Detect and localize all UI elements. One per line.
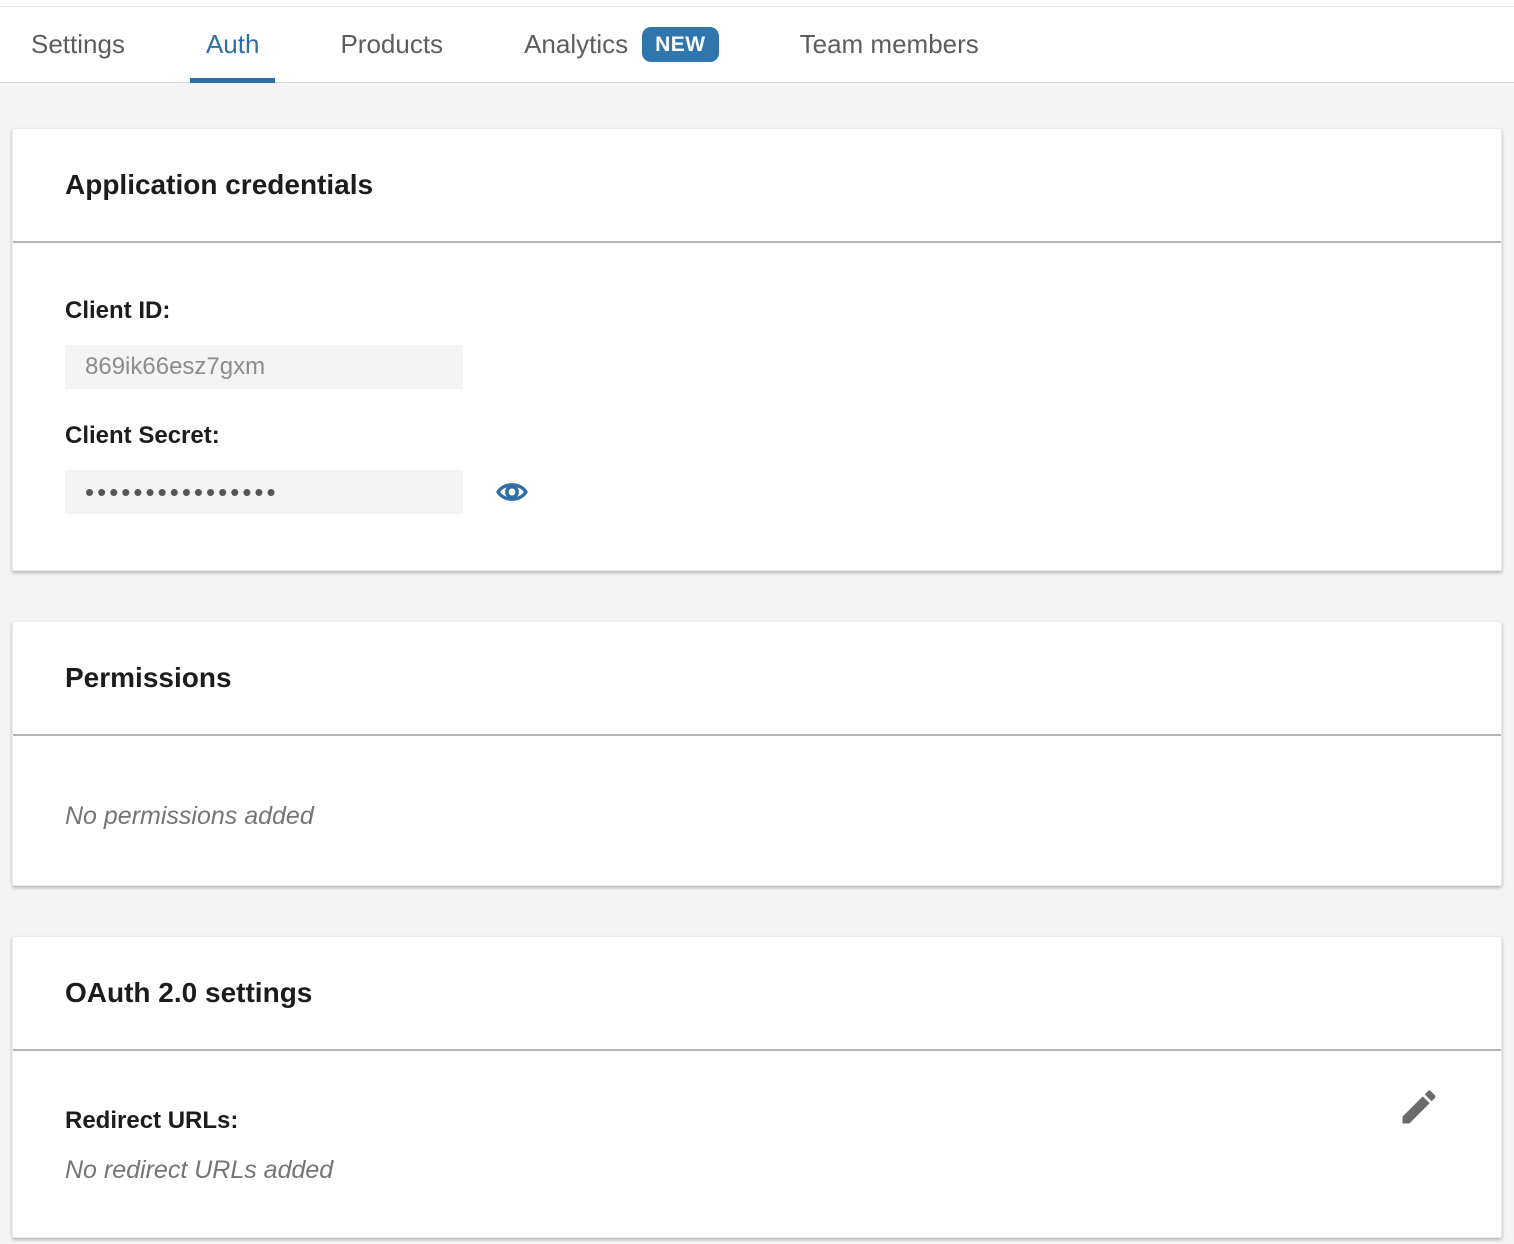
top-strip [0, 0, 1514, 7]
oauth-settings-body: Redirect URLs: No redirect URLs added [13, 1051, 1501, 1237]
tab-analytics[interactable]: Analytics NEW [524, 7, 719, 82]
application-credentials-header: Application credentials [13, 129, 1501, 243]
pencil-icon [1397, 1085, 1441, 1129]
permissions-body: No permissions added [13, 736, 1501, 885]
reveal-secret-button[interactable] [495, 476, 529, 508]
tab-bar: Settings Auth Products Analytics NEW Tea… [0, 7, 1514, 83]
client-secret-masked-text: •••••••••••••••• [85, 479, 279, 505]
redirect-urls-empty-text: No redirect URLs added [65, 1156, 1449, 1185]
oauth-settings-title: OAuth 2.0 settings [65, 977, 312, 1009]
tab-team-members[interactable]: Team members [800, 7, 979, 82]
permissions-empty-text: No permissions added [65, 802, 1449, 831]
tab-analytics-label: Analytics [524, 29, 628, 60]
application-credentials-body: Client ID: 869ik66esz7gxm Client Secret:… [13, 243, 1501, 570]
tab-settings-label: Settings [31, 29, 125, 60]
tab-products[interactable]: Products [340, 7, 443, 82]
tab-products-label: Products [340, 29, 443, 60]
new-badge: NEW [642, 27, 719, 62]
client-secret-label: Client Secret: [65, 422, 1449, 450]
edit-redirect-urls-button[interactable] [1397, 1085, 1441, 1129]
eye-icon [495, 476, 529, 508]
client-secret-row: •••••••••••••••• [65, 470, 1449, 514]
client-id-value: 869ik66esz7gxm [65, 345, 463, 389]
redirect-urls-label: Redirect URLs: [65, 1107, 1449, 1135]
client-secret-value: •••••••••••••••• [65, 470, 463, 514]
tab-auth-label: Auth [206, 29, 260, 60]
oauth-settings-header: OAuth 2.0 settings [13, 937, 1501, 1051]
tab-settings[interactable]: Settings [31, 7, 125, 82]
permissions-header: Permissions [13, 622, 1501, 736]
permissions-card: Permissions No permissions added [12, 621, 1502, 886]
application-credentials-card: Application credentials Client ID: 869ik… [12, 128, 1502, 571]
client-id-text: 869ik66esz7gxm [85, 353, 265, 381]
application-credentials-title: Application credentials [65, 169, 373, 201]
permissions-title: Permissions [65, 662, 232, 694]
tab-auth[interactable]: Auth [206, 7, 260, 82]
client-id-label: Client ID: [65, 297, 1449, 325]
main-content: Application credentials Client ID: 869ik… [0, 83, 1514, 1238]
page-header: Settings Auth Products Analytics NEW Tea… [0, 0, 1514, 83]
oauth-settings-card: OAuth 2.0 settings Redirect URLs: No red… [12, 936, 1502, 1238]
tab-team-members-label: Team members [800, 29, 979, 60]
